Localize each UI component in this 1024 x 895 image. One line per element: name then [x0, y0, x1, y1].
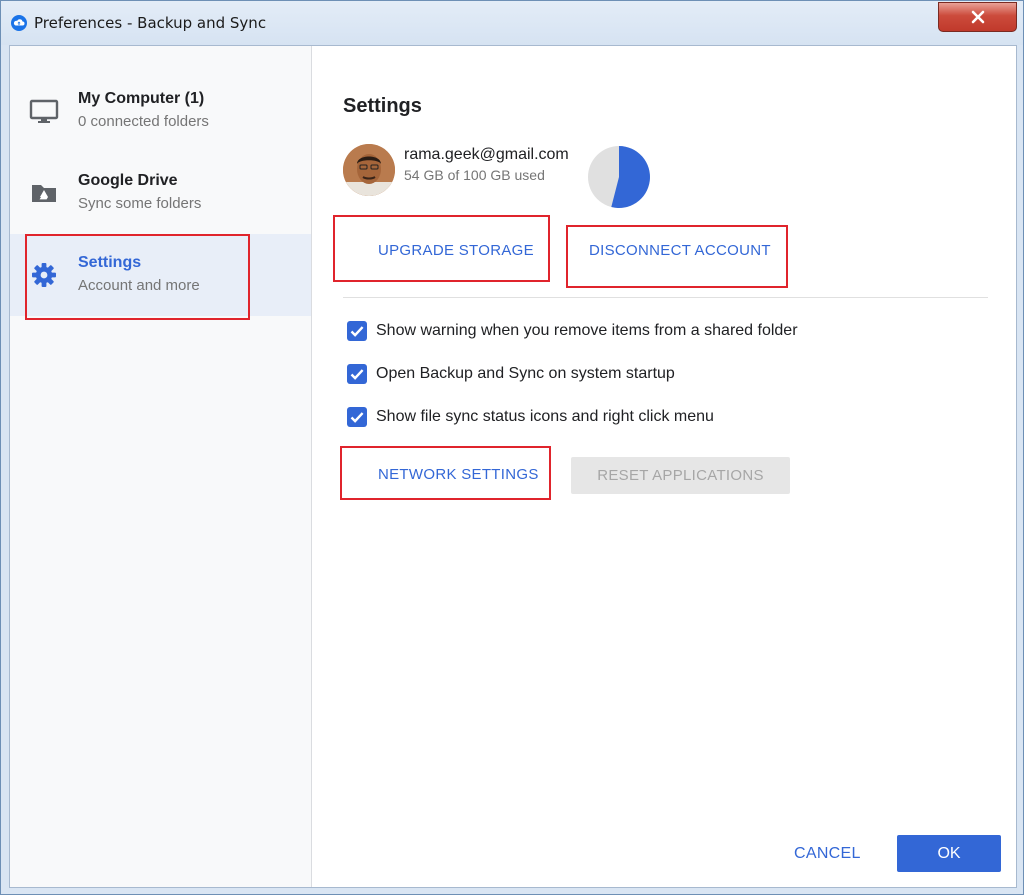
checkmark-icon	[350, 326, 364, 337]
sidebar-item-my-computer[interactable]: My Computer (1) 0 connected folders	[10, 70, 311, 152]
settings-panel: Settings rama.geek@gmail.com 54 GB of 10…	[312, 46, 1017, 887]
sidebar-item-subtitle: Sync some folders	[78, 195, 202, 212]
account-email: rama.geek@gmail.com	[404, 146, 569, 163]
backup-sync-cloud-icon	[11, 15, 27, 31]
checkmark-icon	[350, 369, 364, 380]
section-divider	[343, 297, 988, 298]
title-bar[interactable]: Preferences - Backup and Sync	[1, 1, 1023, 45]
drive-folder-icon	[32, 185, 56, 202]
window-content: My Computer (1) 0 connected folders Goog…	[9, 45, 1017, 888]
sidebar-item-subtitle: 0 connected folders	[78, 113, 209, 130]
avatar	[343, 144, 395, 196]
sidebar-item-title: My Computer (1)	[78, 90, 205, 107]
sidebar-item-google-drive[interactable]: Google Drive Sync some folders	[10, 152, 311, 234]
close-icon	[971, 10, 984, 24]
highlight-box-disconnect	[566, 225, 788, 288]
reset-applications-button: RESET APPLICATIONS	[571, 457, 790, 494]
ok-button[interactable]: OK	[897, 835, 1001, 872]
preferences-window: Preferences - Backup and Sync My Compute…	[0, 0, 1024, 895]
sidebar-item-title: Google Drive	[78, 172, 178, 189]
sidebar: My Computer (1) 0 connected folders Goog…	[10, 46, 312, 887]
storage-pie-chart	[588, 146, 650, 208]
close-button[interactable]	[938, 2, 1017, 32]
highlight-box-upgrade	[333, 215, 550, 282]
cancel-button[interactable]: CANCEL	[794, 845, 861, 863]
window-title: Preferences - Backup and Sync	[34, 14, 267, 32]
option-label: Show file sync status icons and right cl…	[376, 408, 714, 425]
storage-usage-text: 54 GB of 100 GB used	[404, 167, 545, 183]
checkbox-checked[interactable]	[347, 364, 367, 384]
checkbox-checked[interactable]	[347, 407, 367, 427]
checkmark-icon	[350, 412, 364, 423]
option-label: Open Backup and Sync on system startup	[376, 365, 675, 382]
monitor-icon	[29, 99, 59, 123]
highlight-box-network	[340, 446, 551, 500]
highlight-box-settings	[25, 234, 250, 320]
option-label: Show warning when you remove items from …	[376, 322, 798, 339]
page-title: Settings	[343, 95, 422, 117]
checkbox-checked[interactable]	[347, 321, 367, 341]
